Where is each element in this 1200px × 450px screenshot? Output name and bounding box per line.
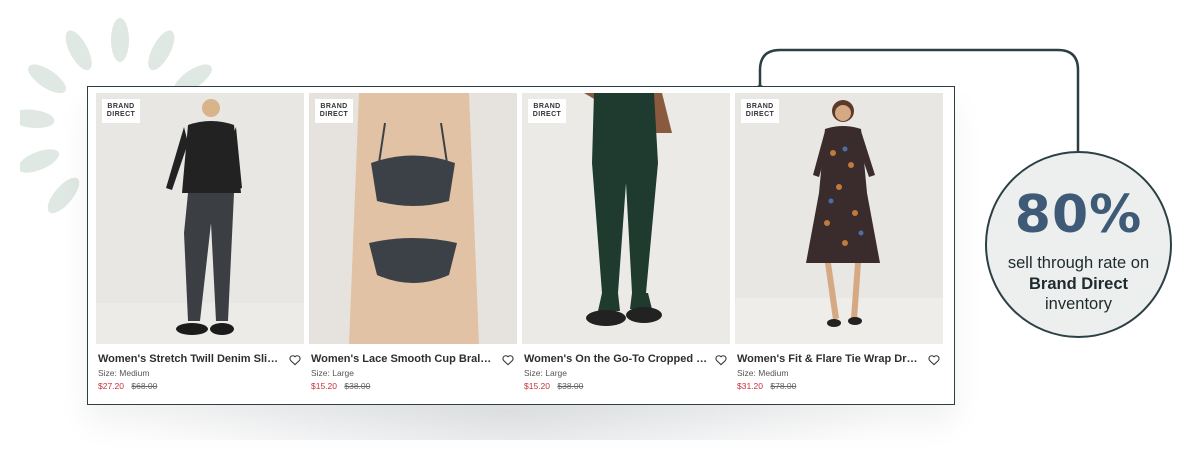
product-title[interactable]: Women's Lace Smooth Cup Bralette xyxy=(311,353,497,365)
brand-direct-badge: BRAND DIRECT xyxy=(741,99,779,123)
product-card[interactable]: BRAND DIRECT Women's Fit & Flare Tie Wra… xyxy=(735,93,943,400)
product-grid-frame: BRAND DIRECT Women's Stretch Twill Denim… xyxy=(87,86,955,405)
badge-line: BRAND xyxy=(746,103,774,110)
heart-outline-icon[interactable] xyxy=(714,353,728,367)
original-price: $38.00 xyxy=(557,381,584,391)
badge-line: BRAND xyxy=(533,103,561,110)
sale-price: $31.20 xyxy=(737,381,763,391)
badge-line: DIRECT xyxy=(532,111,562,118)
product-image[interactable]: BRAND DIRECT xyxy=(96,93,304,344)
product-title[interactable]: Women's Fit & Flare Tie Wrap Dress xyxy=(737,353,923,365)
product-title[interactable]: Women's On the Go-To Cropped B... xyxy=(524,353,710,365)
stat-caption-emphasis: Brand Direct xyxy=(1028,275,1129,293)
product-size: Size: Large xyxy=(311,368,354,378)
badge-line: BRAND xyxy=(107,103,135,110)
heart-outline-icon[interactable] xyxy=(501,353,515,367)
heart-outline-icon[interactable] xyxy=(927,353,941,367)
badge-line: DIRECT xyxy=(106,111,136,118)
sale-price: $15.20 xyxy=(311,381,337,391)
product-card[interactable]: BRAND DIRECT Women's Stretch Twill Denim… xyxy=(96,93,304,400)
product-title[interactable]: Women's Stretch Twill Denim Slim ... xyxy=(98,353,284,365)
original-price: $78.00 xyxy=(770,381,797,391)
badge-line: DIRECT xyxy=(319,111,349,118)
price-row: $31.20 $78.00 xyxy=(737,381,796,391)
product-image[interactable]: BRAND DIRECT xyxy=(522,93,730,344)
brand-direct-badge: BRAND DIRECT xyxy=(102,99,140,123)
product-image[interactable]: BRAND DIRECT xyxy=(735,93,943,344)
stat-caption-line: sell through rate on xyxy=(1007,254,1150,272)
sale-price: $15.20 xyxy=(524,381,550,391)
product-size: Size: Large xyxy=(524,368,567,378)
badge-line: BRAND xyxy=(320,103,348,110)
heart-outline-icon[interactable] xyxy=(288,353,302,367)
brand-direct-badge: BRAND DIRECT xyxy=(315,99,353,123)
product-size: Size: Medium xyxy=(737,368,789,378)
product-image[interactable]: BRAND DIRECT xyxy=(309,93,517,344)
product-card[interactable]: BRAND DIRECT Women's Lace Smooth Cup Bra… xyxy=(309,93,517,400)
original-price: $68.00 xyxy=(131,381,158,391)
badge-line: DIRECT xyxy=(745,111,775,118)
brand-direct-badge: BRAND DIRECT xyxy=(528,99,566,123)
price-row: $27.20 $68.00 xyxy=(98,381,157,391)
stat-callout-circle: 80% sell through rate on Brand Direct in… xyxy=(985,151,1172,338)
price-row: $15.20 $38.00 xyxy=(524,381,583,391)
stat-caption-line: inventory xyxy=(1045,295,1112,313)
product-size: Size: Medium xyxy=(98,368,150,378)
stat-value: 80% xyxy=(1014,185,1143,245)
product-card[interactable]: BRAND DIRECT Women's On the Go-To Croppe… xyxy=(522,93,730,400)
price-row: $15.20 $38.00 xyxy=(311,381,370,391)
original-price: $38.00 xyxy=(344,381,371,391)
sale-price: $27.20 xyxy=(98,381,124,391)
